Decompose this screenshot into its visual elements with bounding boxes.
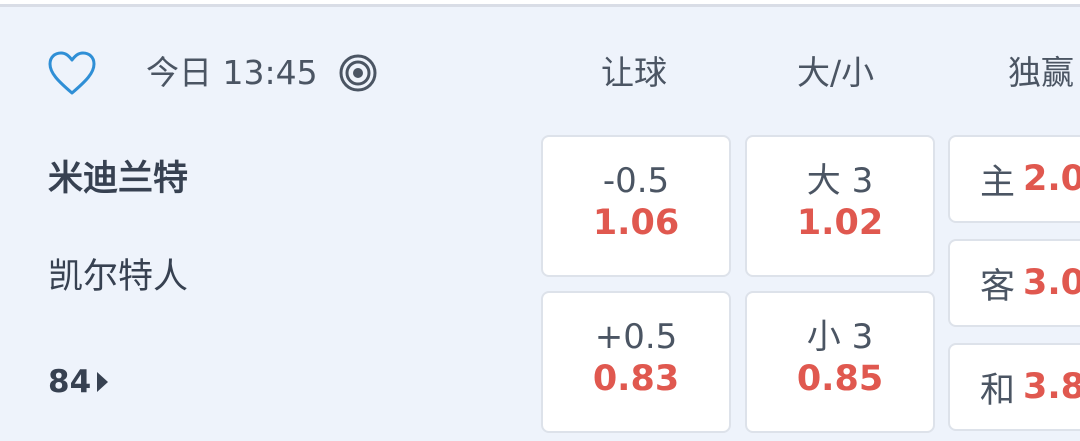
odds-price: 3.8 xyxy=(1023,367,1080,407)
odds-price: 3.0 xyxy=(1023,263,1080,303)
odds-price: 0.83 xyxy=(592,359,680,399)
live-target-icon[interactable] xyxy=(338,53,378,93)
odds-label: 主 xyxy=(980,162,1016,203)
odds-line: +0.5 xyxy=(594,317,678,357)
odds-button-over[interactable]: 大 3 1.02 xyxy=(745,135,935,277)
odds-price: 1.02 xyxy=(796,203,884,243)
odds-price: 2.0 xyxy=(1023,159,1080,199)
match-time: 今日 13:45 xyxy=(146,53,318,92)
header-moneyline: 独赢 xyxy=(1008,53,1074,92)
odds-line: -0.5 xyxy=(602,161,670,201)
odds-price: 0.85 xyxy=(796,359,884,399)
triangle-right-icon xyxy=(97,372,109,392)
odds-price: 1.06 xyxy=(592,203,680,243)
odds-button-moneyline-draw[interactable]: 和 3.8 xyxy=(948,343,1080,431)
odds-button-handicap-away[interactable]: +0.5 0.83 xyxy=(541,291,731,433)
odds-button-under[interactable]: 小 3 0.85 xyxy=(745,291,935,433)
header-over-under: 大/小 xyxy=(797,53,875,92)
odds-line: 大 3 xyxy=(806,161,874,201)
more-markets-count: 84 xyxy=(48,364,92,400)
odds-label: 客 xyxy=(980,266,1016,307)
odds-button-handicap-home[interactable]: -0.5 1.06 xyxy=(541,135,731,277)
odds-button-moneyline-home[interactable]: 主 2.0 xyxy=(948,135,1080,223)
odds-line: 小 3 xyxy=(806,317,874,357)
odds-button-moneyline-away[interactable]: 客 3.0 xyxy=(948,239,1080,327)
header-handicap: 让球 xyxy=(601,53,667,92)
away-team-name: 凯尔特人 xyxy=(48,257,189,297)
home-team-name: 米迪兰特 xyxy=(48,159,189,199)
favorite-heart-icon[interactable] xyxy=(48,51,96,97)
odds-label: 和 xyxy=(980,370,1016,411)
more-markets-button[interactable]: 84 xyxy=(48,360,109,404)
match-card: 今日 13:45 让球 大/小 独赢 米迪兰特 凯尔特人 84 -0.5 1.0… xyxy=(0,4,1080,441)
